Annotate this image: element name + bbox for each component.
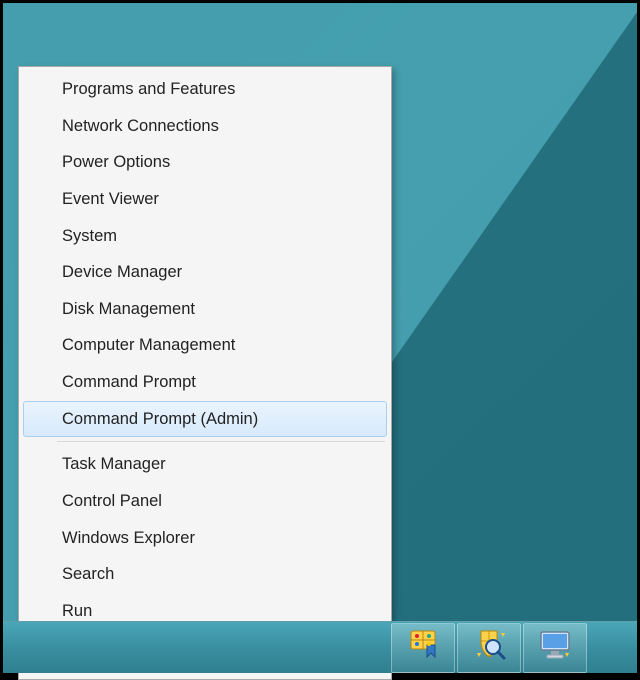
- taskbar: [3, 621, 637, 673]
- menu-item-network-connections[interactable]: Network Connections: [23, 108, 387, 145]
- menu-item-label: Disk Management: [62, 300, 195, 318]
- menu-item-label: Computer Management: [62, 336, 235, 354]
- menu-item-label: Device Manager: [62, 263, 182, 281]
- menu-item-label: Control Panel: [62, 492, 162, 510]
- menu-item-disk-management[interactable]: Disk Management: [23, 291, 387, 328]
- shield-flag-icon: [405, 627, 441, 668]
- menu-item-command-prompt-admin[interactable]: Command Prompt (Admin): [23, 401, 387, 438]
- menu-item-programs-features[interactable]: Programs and Features: [23, 71, 387, 108]
- winx-power-user-menu: Programs and Features Network Connections…: [18, 66, 392, 680]
- menu-item-task-manager[interactable]: Task Manager: [23, 446, 387, 483]
- menu-item-label: Command Prompt: [62, 373, 196, 391]
- menu-item-label: Programs and Features: [62, 80, 235, 98]
- menu-item-label: Windows Explorer: [62, 529, 195, 547]
- desktop: Programs and Features Network Connections…: [3, 3, 637, 673]
- taskbar-button-magnifier[interactable]: [457, 623, 521, 673]
- menu-item-command-prompt[interactable]: Command Prompt: [23, 364, 387, 401]
- menu-item-device-manager[interactable]: Device Manager: [23, 254, 387, 291]
- menu-item-event-viewer[interactable]: Event Viewer: [23, 181, 387, 218]
- shield-magnifier-icon: [471, 627, 507, 668]
- menu-item-label: System: [62, 227, 117, 245]
- computer-monitor-icon: [537, 627, 573, 668]
- menu-item-label: Run: [62, 602, 92, 620]
- taskbar-button-computer[interactable]: [523, 623, 587, 673]
- menu-separator: [57, 441, 385, 442]
- menu-item-label: Event Viewer: [62, 190, 159, 208]
- menu-item-label: Task Manager: [62, 455, 166, 473]
- menu-item-power-options[interactable]: Power Options: [23, 144, 387, 181]
- menu-item-search[interactable]: Search: [23, 556, 387, 593]
- menu-item-label: Network Connections: [62, 117, 219, 135]
- menu-item-control-panel[interactable]: Control Panel: [23, 483, 387, 520]
- taskbar-button-action-center[interactable]: [391, 623, 455, 673]
- menu-item-label: Command Prompt (Admin): [62, 410, 258, 428]
- menu-item-label: Power Options: [62, 153, 170, 171]
- menu-item-computer-management[interactable]: Computer Management: [23, 327, 387, 364]
- menu-item-windows-explorer[interactable]: Windows Explorer: [23, 520, 387, 557]
- menu-item-label: Search: [62, 565, 114, 583]
- menu-item-system[interactable]: System: [23, 218, 387, 255]
